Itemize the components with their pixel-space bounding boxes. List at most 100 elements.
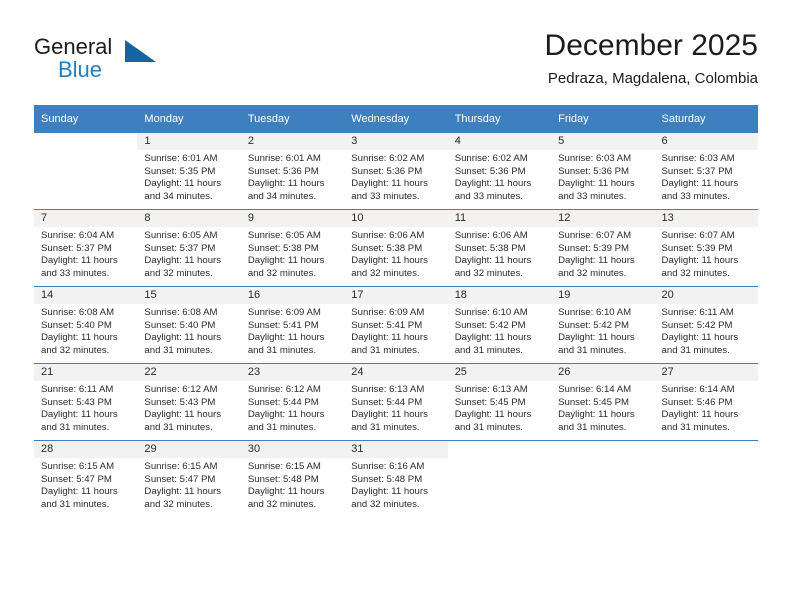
calendar-day-cell[interactable]: 4 Sunrise: 6:02 AM Sunset: 5:36 PM Daylight… <box>447 133 552 210</box>
day-number: 1 <box>137 133 241 150</box>
calendar-day-cell[interactable]: 15 Sunrise: 6:08 AM Sunset: 5:40 PM Dayligh… <box>137 286 241 364</box>
calendar-day-cell[interactable]: 8 Sunrise: 6:05 AM Sunset: 5:37 PM Daylight… <box>137 209 241 287</box>
day-number <box>448 441 551 458</box>
calendar-day-cell[interactable]: 5 Sunrise: 6:03 AM Sunset: 5:36 PM Daylight… <box>551 133 655 210</box>
day-cell-inner: 17 Sunrise: 6:09 AM Sunset: 5:41 PM Dayligh… <box>344 287 448 363</box>
calendar-day-cell[interactable]: 24 Sunrise: 6:13 AM Sunset: 5:44 PM Dayligh… <box>344 363 448 441</box>
sunrise-text: Sunrise: 6:11 AM <box>661 307 734 318</box>
day-details: Sunrise: 6:03 AM Sunset: 5:36 PM Daylight:… <box>551 150 654 203</box>
calendar-header-row: Sunday Monday Tuesday Wednesday Thursday… <box>34 105 758 133</box>
calendar-body: 1 Sunrise: 6:01 AM Sunset: 5:35 PM Daylight… <box>34 133 758 517</box>
daylight-text-line2: and 33 minutes. <box>661 190 730 202</box>
sunrise-text: Sunrise: 6:14 AM <box>558 384 632 395</box>
weekday-header-friday: Friday <box>551 105 655 133</box>
day-details: Sunrise: 6:08 AM Sunset: 5:40 PM Daylight:… <box>137 304 240 357</box>
day-cell-inner: 4 Sunrise: 6:02 AM Sunset: 5:36 PM Daylight… <box>447 133 552 209</box>
daylight-text-line2: and 32 minutes. <box>661 267 730 279</box>
daylight-text-line1: Daylight: 11 hours <box>661 332 739 344</box>
day-number: 7 <box>34 210 138 227</box>
day-cell-inner: 25 Sunrise: 6:13 AM Sunset: 5:45 PM Dayligh… <box>447 364 552 440</box>
sunset-text: Sunset: 5:48 PM <box>247 473 319 485</box>
day-cell-inner: 21 Sunrise: 6:11 AM Sunset: 5:43 PM Dayligh… <box>34 364 138 440</box>
sunrise-text: Sunrise: 6:13 AM <box>454 384 528 395</box>
calendar-day-cell[interactable]: 12 Sunrise: 6:07 AM Sunset: 5:39 PM Dayligh… <box>551 209 655 287</box>
sunrise-text: Sunrise: 6:06 AM <box>351 230 425 241</box>
day-number: 27 <box>654 364 758 381</box>
sunset-text: Sunset: 5:36 PM <box>247 165 319 177</box>
day-number: 2 <box>240 133 345 150</box>
daylight-text-line2: and 31 minutes. <box>144 344 213 356</box>
daylight-text-line1: Daylight: 11 hours <box>661 409 739 421</box>
calendar-day-cell[interactable]: 9 Sunrise: 6:05 AM Sunset: 5:38 PM Daylight… <box>240 209 345 287</box>
calendar-day-cell[interactable]: 13 Sunrise: 6:07 AM Sunset: 5:39 PM Dayligh… <box>654 209 758 287</box>
calendar-empty-cell <box>551 440 655 517</box>
sunrise-text: Sunrise: 6:05 AM <box>144 230 218 241</box>
calendar-week-row: 14 Sunrise: 6:08 AM Sunset: 5:40 PM Dayligh… <box>34 286 758 364</box>
sunset-text: Sunset: 5:36 PM <box>454 165 526 177</box>
calendar-day-cell[interactable]: 26 Sunrise: 6:14 AM Sunset: 5:45 PM Dayligh… <box>551 363 655 441</box>
sunrise-text: Sunrise: 6:09 AM <box>351 307 425 318</box>
sunset-text: Sunset: 5:37 PM <box>661 165 733 177</box>
calendar-day-cell[interactable]: 2 Sunrise: 6:01 AM Sunset: 5:36 PM Daylight… <box>240 133 345 210</box>
calendar-day-cell[interactable]: 25 Sunrise: 6:13 AM Sunset: 5:45 PM Dayligh… <box>447 363 552 441</box>
calendar-day-cell[interactable]: 22 Sunrise: 6:12 AM Sunset: 5:43 PM Dayligh… <box>137 363 241 441</box>
sunset-text: Sunset: 5:44 PM <box>247 396 319 408</box>
calendar-empty-cell <box>654 440 758 517</box>
calendar-day-cell[interactable]: 17 Sunrise: 6:09 AM Sunset: 5:41 PM Dayligh… <box>344 286 448 364</box>
weekday-header-tuesday: Tuesday <box>240 105 345 133</box>
brand-logo[interactable]: General Blue <box>34 34 164 86</box>
sunrise-text: Sunrise: 6:07 AM <box>558 230 632 241</box>
daylight-text-line1: Daylight: 11 hours <box>558 178 635 190</box>
day-cell-inner: 22 Sunrise: 6:12 AM Sunset: 5:43 PM Dayligh… <box>137 364 241 440</box>
day-details: Sunrise: 6:03 AM Sunset: 5:37 PM Daylight:… <box>655 150 758 203</box>
daylight-text-line1: Daylight: 11 hours <box>41 255 118 267</box>
sunset-text: Sunset: 5:41 PM <box>247 319 319 331</box>
day-number: 4 <box>447 133 552 150</box>
sunset-text: Sunset: 5:35 PM <box>144 165 216 177</box>
day-number: 24 <box>344 364 448 381</box>
calendar-day-cell[interactable]: 29 Sunrise: 6:15 AM Sunset: 5:47 PM Dayligh… <box>137 440 241 517</box>
calendar-day-cell[interactable]: 3 Sunrise: 6:02 AM Sunset: 5:36 PM Daylight… <box>344 133 448 210</box>
day-cell-inner: 30 Sunrise: 6:15 AM Sunset: 5:48 PM Dayligh… <box>240 441 345 517</box>
daylight-text-line2: and 33 minutes. <box>454 190 523 202</box>
day-cell-inner: 9 Sunrise: 6:05 AM Sunset: 5:38 PM Daylight… <box>240 210 345 286</box>
daylight-text-line2: and 32 minutes. <box>454 267 523 279</box>
day-cell-inner: 2 Sunrise: 6:01 AM Sunset: 5:36 PM Daylight… <box>240 133 345 209</box>
calendar-day-cell[interactable]: 1 Sunrise: 6:01 AM Sunset: 5:35 PM Daylight… <box>137 133 241 210</box>
calendar-day-cell[interactable]: 14 Sunrise: 6:08 AM Sunset: 5:40 PM Dayligh… <box>34 286 138 364</box>
sunset-text: Sunset: 5:43 PM <box>144 396 216 408</box>
daylight-text-line1: Daylight: 11 hours <box>454 332 532 344</box>
daylight-text-line2: and 31 minutes. <box>558 421 627 433</box>
calendar-day-cell[interactable]: 11 Sunrise: 6:06 AM Sunset: 5:38 PM Dayligh… <box>447 209 552 287</box>
day-details: Sunrise: 6:11 AM Sunset: 5:43 PM Daylight:… <box>34 381 137 434</box>
day-number: 20 <box>654 287 758 304</box>
sunrise-text: Sunrise: 6:02 AM <box>454 153 528 164</box>
weekday-header-sunday: Sunday <box>34 105 138 133</box>
calendar-day-cell[interactable]: 20 Sunrise: 6:11 AM Sunset: 5:42 PM Dayligh… <box>654 286 758 364</box>
calendar-day-cell[interactable]: 23 Sunrise: 6:12 AM Sunset: 5:44 PM Dayligh… <box>240 363 345 441</box>
daylight-text-line1: Daylight: 11 hours <box>351 409 428 421</box>
calendar-day-cell[interactable]: 7 Sunrise: 6:04 AM Sunset: 5:37 PM Daylight… <box>34 209 138 287</box>
daylight-text-line2: and 32 minutes. <box>247 267 317 279</box>
calendar-day-cell[interactable]: 10 Sunrise: 6:06 AM Sunset: 5:38 PM Dayligh… <box>344 209 448 287</box>
day-cell-inner: 29 Sunrise: 6:15 AM Sunset: 5:47 PM Dayligh… <box>137 441 241 517</box>
calendar-day-cell[interactable]: 27 Sunrise: 6:14 AM Sunset: 5:46 PM Dayligh… <box>654 363 758 441</box>
day-details: Sunrise: 6:09 AM Sunset: 5:41 PM Daylight:… <box>344 304 447 357</box>
calendar-day-cell[interactable]: 30 Sunrise: 6:15 AM Sunset: 5:48 PM Dayligh… <box>240 440 345 517</box>
calendar-day-cell[interactable]: 6 Sunrise: 6:03 AM Sunset: 5:37 PM Daylight… <box>654 133 758 210</box>
day-cell-inner: 18 Sunrise: 6:10 AM Sunset: 5:42 PM Dayligh… <box>447 287 552 363</box>
calendar-day-cell[interactable]: 28 Sunrise: 6:15 AM Sunset: 5:47 PM Dayligh… <box>34 440 138 517</box>
sunrise-text: Sunrise: 6:07 AM <box>661 230 735 241</box>
calendar-day-cell[interactable]: 21 Sunrise: 6:11 AM Sunset: 5:43 PM Dayligh… <box>34 363 138 441</box>
day-details: Sunrise: 6:02 AM Sunset: 5:36 PM Daylight:… <box>344 150 447 203</box>
sunset-text: Sunset: 5:42 PM <box>454 319 526 331</box>
day-number: 11 <box>447 210 552 227</box>
day-number: 12 <box>551 210 655 227</box>
day-details: Sunrise: 6:15 AM Sunset: 5:48 PM Daylight:… <box>241 458 344 511</box>
calendar-day-cell[interactable]: 18 Sunrise: 6:10 AM Sunset: 5:42 PM Dayligh… <box>447 286 552 364</box>
calendar-day-cell[interactable]: 16 Sunrise: 6:09 AM Sunset: 5:41 PM Dayligh… <box>240 286 345 364</box>
calendar-day-cell[interactable]: 31 Sunrise: 6:16 AM Sunset: 5:48 PM Dayligh… <box>344 440 448 517</box>
daylight-text-line1: Daylight: 11 hours <box>351 486 428 498</box>
calendar-day-cell[interactable]: 19 Sunrise: 6:10 AM Sunset: 5:42 PM Dayligh… <box>551 286 655 364</box>
daylight-text-line2: and 31 minutes. <box>41 421 110 433</box>
